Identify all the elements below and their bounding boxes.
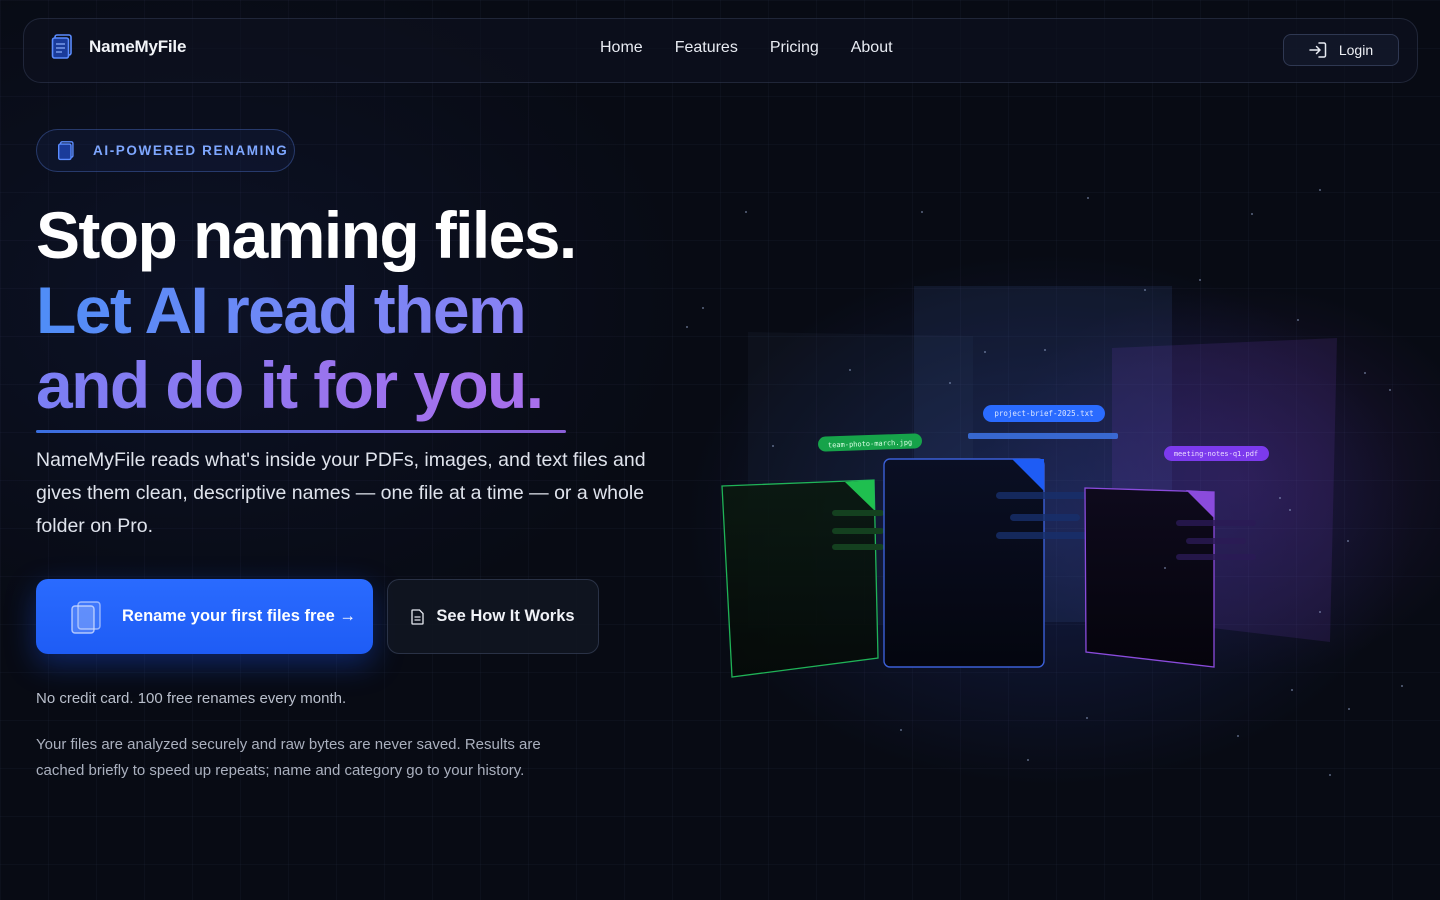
rename-free-label: Rename your first files free → <box>122 607 356 625</box>
rename-free-button[interactable]: Rename your first files free → <box>36 579 373 654</box>
nav-link-home[interactable]: Home <box>600 39 643 57</box>
hero-subtext: NameMyFile reads what's inside your PDFs… <box>36 449 646 537</box>
filename-pill-blue: project-brief-2025.txt <box>983 405 1105 422</box>
headline-line-3: and do it for you. <box>36 348 544 422</box>
nav-link-pricing[interactable]: Pricing <box>770 39 819 57</box>
landing-page: NameMyFile Home Features Pricing About L… <box>0 0 1440 900</box>
document-icon <box>411 608 425 625</box>
nav-links: Home Features Pricing About <box>600 39 893 57</box>
filename-purple: meeting-notes-q1.pdf <box>1174 450 1258 458</box>
see-how-it-works-button[interactable]: See How It Works <box>387 579 599 654</box>
badge-text: AI-POWERED RENAMING <box>93 143 289 158</box>
see-how-label: See How It Works <box>436 607 575 625</box>
filename-blue: project-brief-2025.txt <box>994 409 1093 418</box>
headline-line-2: Let AI read them <box>36 273 576 348</box>
nav-link-features[interactable]: Features <box>675 39 738 57</box>
file-stack-icon <box>71 600 101 634</box>
filename-pill-purple: meeting-notes-q1.pdf <box>1164 446 1269 461</box>
brand-logo-link[interactable]: NameMyFile <box>51 34 186 60</box>
login-arrow-icon <box>1309 42 1327 58</box>
file-stack-icon <box>51 34 72 59</box>
files-illustration: team-photo-march.jpg project-brief-2025.… <box>721 286 1337 678</box>
navbar: NameMyFile Home Features Pricing About L… <box>23 18 1418 83</box>
file-stack-icon <box>58 140 74 160</box>
headline-underline <box>36 430 566 433</box>
brand-name: NameMyFile <box>89 37 187 56</box>
hero-headline: Stop naming files. Let AI read them and … <box>36 198 577 423</box>
file-card-image <box>721 479 884 678</box>
free-tier-note: No credit card. 100 free renames every m… <box>36 690 347 707</box>
nav-link-about[interactable]: About <box>851 39 893 57</box>
headline-line-1: Stop naming files. <box>36 198 577 272</box>
ai-badge: AI-POWERED RENAMING <box>36 129 295 172</box>
login-button[interactable]: Login <box>1283 34 1399 66</box>
login-label: Login <box>1338 42 1374 58</box>
privacy-note: Your files are analyzed securely and raw… <box>36 736 541 779</box>
